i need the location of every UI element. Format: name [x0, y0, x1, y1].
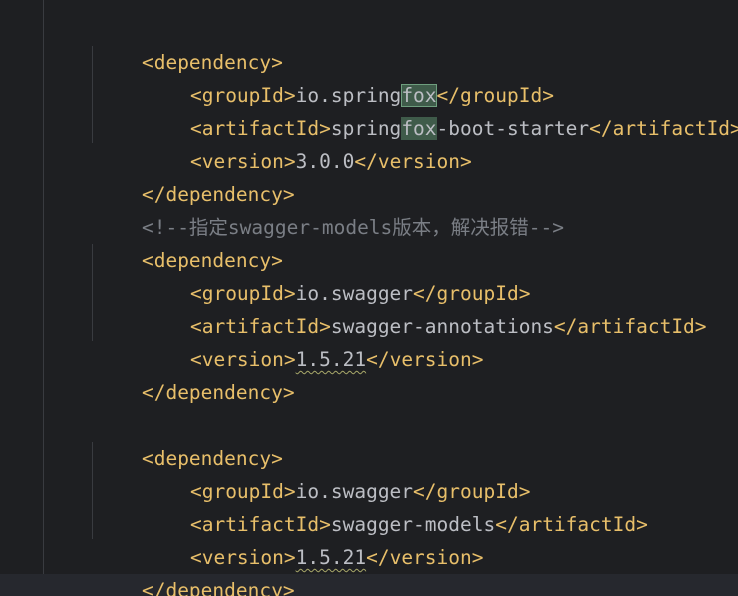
code-line[interactable]: <dependency>	[95, 13, 283, 74]
indent-guide	[92, 442, 93, 539]
code-line[interactable]: <groupId>io.swagger</groupId>	[143, 442, 530, 503]
code-line[interactable]: <artifactId>springfox-boot-starter</arti…	[143, 79, 738, 140]
version-close-tag: </version>	[354, 150, 472, 173]
code-line[interactable]: <groupId>io.springfox</groupId>	[143, 46, 554, 107]
code-line[interactable]: <dependency>	[95, 409, 283, 470]
version-value: 1.5.21	[295, 546, 367, 569]
code-line[interactable]: <groupId>io.swagger</groupId>	[143, 244, 530, 305]
code-editor[interactable]: <dependency> <groupId>io.springfox</grou…	[0, 0, 738, 596]
version-value: 1.5.21	[295, 348, 367, 371]
code-line[interactable]: <version>1.5.21</version>	[143, 508, 484, 569]
gutter-divider	[43, 0, 44, 596]
indent-guide	[92, 244, 93, 341]
artifactid-close-tag: </artifactId>	[495, 513, 648, 536]
artifactid-close-tag: </artifactId>	[553, 315, 707, 338]
version-close-tag: </version>	[366, 348, 484, 371]
dependency-close-tag: </dependency>	[141, 381, 295, 404]
indent-guide	[92, 46, 93, 143]
code-line[interactable]: </dependency>	[95, 541, 295, 596]
code-line[interactable]: </dependency>	[95, 343, 295, 404]
code-line[interactable]: <artifactId>swagger-models</artifactId>	[143, 475, 648, 536]
code-line[interactable]: <version>3.0.0</version>	[143, 112, 472, 173]
code-line[interactable]: </dependency>	[95, 145, 295, 206]
code-line[interactable]: <!--指定swagger-models版本，解决报错-->	[95, 178, 564, 239]
code-line[interactable]: <version>1.5.21</version>	[143, 310, 484, 371]
version-close-tag: </version>	[366, 546, 484, 569]
artifactid-close-tag: </artifactId>	[589, 117, 738, 140]
dependency-close-tag: </dependency>	[141, 579, 295, 596]
version-value: 3.0.0	[295, 150, 355, 173]
code-line[interactable]: <dependency>	[95, 211, 283, 272]
code-line[interactable]: <artifactId>swagger-annotations</artifac…	[143, 277, 707, 338]
